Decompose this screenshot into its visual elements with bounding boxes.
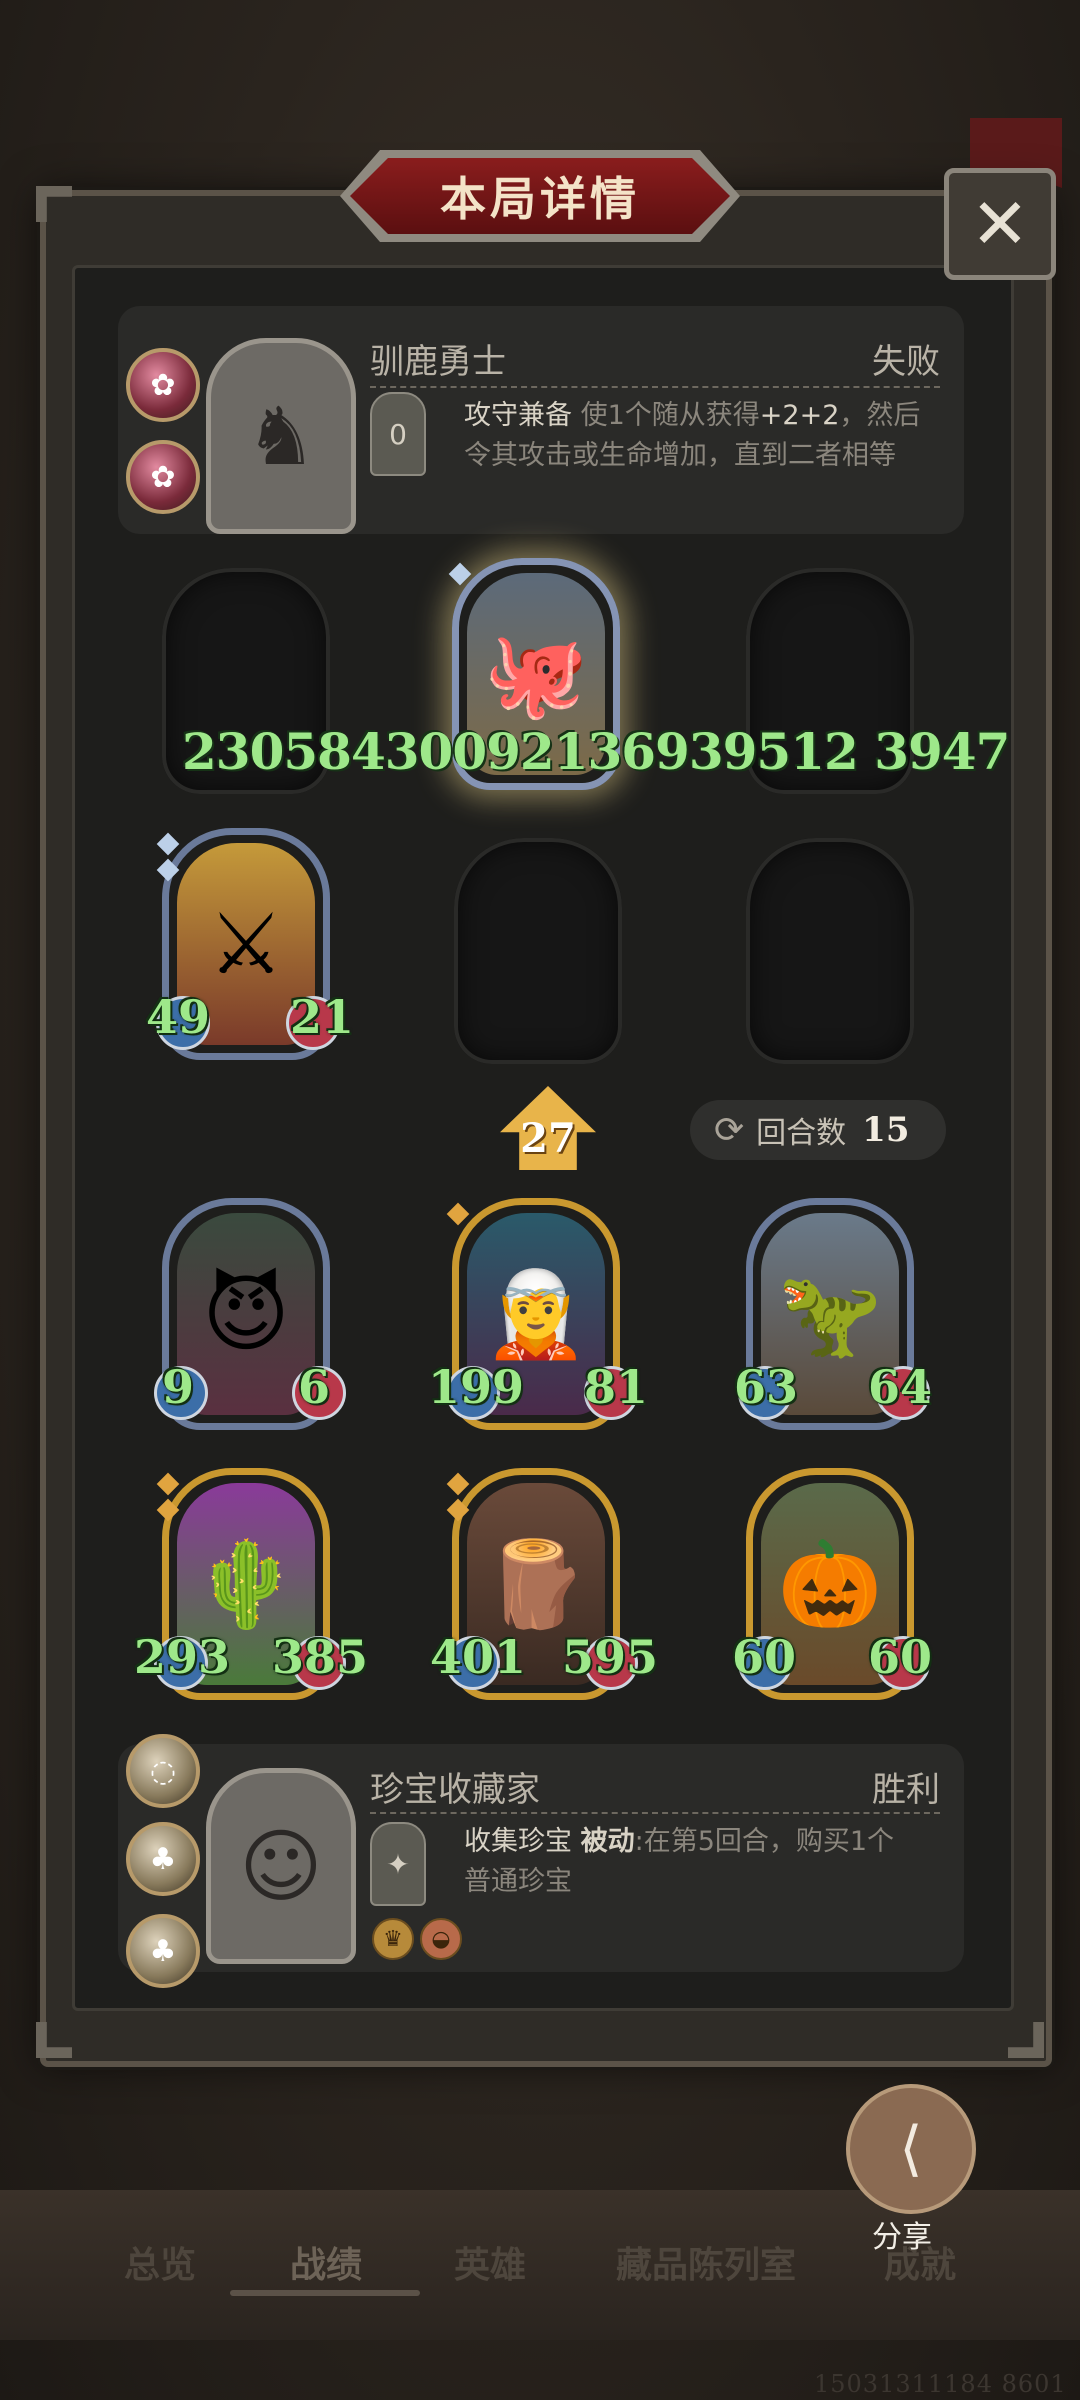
- minion-attack: 199: [428, 1360, 525, 1414]
- empty-minion-slot: [746, 838, 914, 1064]
- player-result: 胜利: [872, 1770, 940, 1810]
- empty-minion-slot: [454, 838, 622, 1064]
- crown-icon: ♛: [372, 1918, 414, 1960]
- minion-attack: 9: [162, 1360, 195, 1414]
- tab-collection[interactable]: 藏品陈列室: [616, 2236, 796, 2288]
- title-plate: 本局详情: [340, 150, 740, 242]
- overflow-stat-text: 23058430092136939512 3947: [182, 722, 1010, 781]
- watermark: 15031311184 8601: [814, 2370, 1067, 2398]
- share-icon: ⟨: [899, 2114, 923, 2184]
- opponent-result: 失败: [872, 342, 940, 382]
- dragonfruit-token-icon: ✿: [126, 440, 200, 514]
- trinket-token-icon: ◌: [126, 1734, 200, 1808]
- minion-health: 6: [298, 1360, 331, 1414]
- round-counter: ⟳ 回合数 15: [690, 1100, 946, 1160]
- dragonfruit-token-icon: ✿: [126, 348, 200, 422]
- trinket-token-icon: ♣: [126, 1822, 200, 1896]
- trinket-token-icon: ♣: [126, 1914, 200, 1988]
- minion-health: 385: [272, 1630, 369, 1684]
- tab-records[interactable]: 战绩: [290, 2236, 362, 2288]
- tab-overview[interactable]: 总览: [124, 2236, 196, 2288]
- divider: [370, 386, 940, 388]
- pot-icon: ◒: [420, 1918, 462, 1960]
- minion-attack: 401: [430, 1630, 527, 1684]
- hero-power-icon[interactable]: ✦: [370, 1822, 426, 1906]
- player-hero-portrait[interactable]: ☺: [206, 1768, 356, 1964]
- minion-attack: 293: [134, 1630, 231, 1684]
- minion-attack: 60: [732, 1630, 797, 1684]
- round-number: 15: [862, 1110, 910, 1150]
- opponent-skill-text: 攻守兼备 使1个随从获得+2+2，然后 令其攻击或生命增加，直到二者相等: [464, 400, 921, 471]
- opponent-hero-name: 驯鹿勇士: [370, 342, 506, 382]
- minion-health: 81: [584, 1360, 649, 1414]
- minion-health: 595: [562, 1630, 659, 1684]
- player-skill-text: 收集珍宝 被动:在第5回合，购买1个 普通珍宝: [464, 1826, 895, 1897]
- hero-power-icon[interactable]: 0: [370, 392, 426, 476]
- tab-heroes[interactable]: 英雄: [454, 2236, 526, 2288]
- round-label: 回合数: [756, 1116, 847, 1151]
- active-tab-underline: [230, 2290, 420, 2296]
- minion-attack: 63: [734, 1360, 799, 1414]
- share-label: 分享: [872, 2220, 932, 2255]
- minion-attack: 49: [146, 990, 211, 1044]
- minion-health: 60: [868, 1630, 933, 1684]
- divider: [370, 1812, 940, 1814]
- page-title: 本局详情: [350, 158, 730, 234]
- refresh-icon: ⟳: [714, 1109, 745, 1151]
- share-button[interactable]: ⟨: [846, 2084, 976, 2214]
- minion-health: 64: [868, 1360, 933, 1414]
- player-hero-name: 珍宝收藏家: [370, 1770, 540, 1810]
- close-button[interactable]: ✕: [944, 168, 1056, 280]
- opponent-hero-portrait[interactable]: ♞: [206, 338, 356, 534]
- minion-health: 21: [290, 990, 355, 1044]
- close-icon: ✕: [970, 183, 1030, 265]
